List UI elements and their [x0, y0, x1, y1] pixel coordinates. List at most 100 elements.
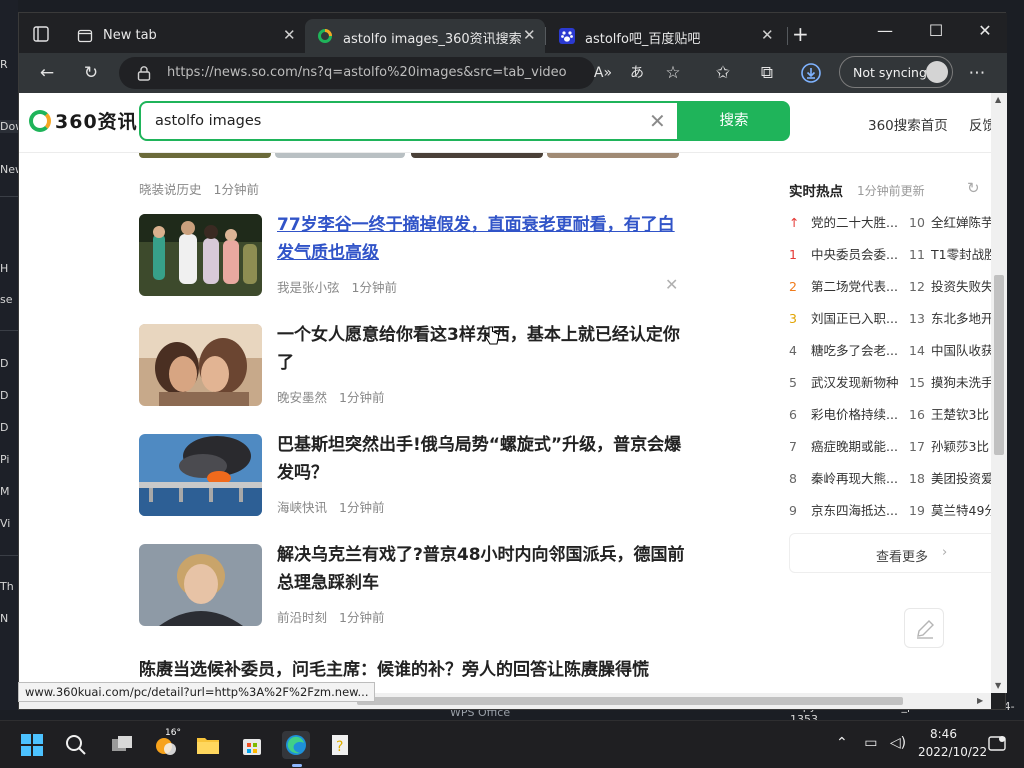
image-strip-thumb[interactable] — [275, 153, 405, 158]
hot-item[interactable]: 5 武汉发现新物种 — [789, 372, 905, 391]
news-title[interactable]: 陈赓当选候补委员，问毛主席：候谁的补？旁人的回答让陈赓臊得慌 — [139, 655, 649, 680]
hot-item[interactable]: 15 摸狗未洗手 — [909, 372, 991, 391]
tab-baidu-tieba[interactable]: astolfo吧_百度贴吧 ✕ — [547, 19, 787, 53]
collections-icon[interactable]: ⧉ — [755, 61, 779, 85]
feedback-link[interactable]: 反馈 — [969, 114, 991, 134]
scroll-up-icon[interactable]: ▲ — [995, 95, 1001, 104]
scroll-down-icon[interactable]: ▼ — [995, 681, 1001, 690]
news-source[interactable]: 晚安墨然 — [277, 390, 327, 405]
tab-strip: New tab ✕ astolfo images_360资讯搜索 ✕ astol… — [19, 13, 1007, 53]
browser-window: New tab ✕ astolfo images_360资讯搜索 ✕ astol… — [18, 12, 1007, 710]
tab-actions-button[interactable] — [27, 22, 55, 46]
hot-item[interactable]: 9 京东四海抵达... — [789, 500, 905, 519]
back-button[interactable]: ← — [35, 61, 59, 85]
notification-icon[interactable] — [988, 735, 1006, 753]
news-title[interactable]: 解决乌克兰有戏了?普京48小时内向邻国派兵，德国前总理急踩刹车 — [277, 541, 687, 597]
task-view-icon — [112, 736, 132, 751]
translate-icon[interactable]: あ — [625, 61, 649, 85]
home-link[interactable]: 360搜索首页 — [868, 114, 948, 134]
hot-rank: 5 — [789, 375, 797, 390]
hot-item[interactable]: 8 秦岭再现大熊... — [789, 468, 905, 487]
hot-item[interactable]: 19 莫兰特49分 — [909, 500, 991, 519]
notepad-button[interactable]: ? — [326, 731, 354, 759]
hot-item[interactable]: 14 中国队收获 — [909, 340, 991, 359]
network-icon[interactable]: ▭ — [864, 735, 877, 751]
360-logo-icon[interactable] — [29, 110, 51, 132]
close-tab-icon[interactable]: ✕ — [523, 26, 536, 44]
vertical-scrollbar[interactable]: ▲ ▼ — [991, 93, 1007, 693]
dismiss-icon[interactable]: ✕ — [665, 275, 678, 294]
edge-button[interactable] — [282, 731, 310, 767]
search-button[interactable] — [62, 731, 90, 759]
hot-item[interactable]: 4 糖吃多了会老... — [789, 340, 905, 359]
hot-item[interactable]: 3 刘国正已入职... — [789, 308, 905, 327]
refresh-button[interactable]: ↻ — [79, 61, 103, 85]
search-button[interactable]: 搜索 — [678, 101, 790, 141]
file-explorer-button[interactable] — [194, 731, 222, 759]
show-hidden-icons[interactable]: ⌃ — [836, 735, 848, 751]
start-button[interactable] — [18, 731, 46, 759]
volume-icon[interactable]: ◁) — [890, 735, 906, 751]
image-strip-thumb[interactable] — [139, 153, 271, 158]
hot-text: 美团投资爱 — [931, 471, 991, 486]
hot-item[interactable]: 1 中央委员会委... — [789, 244, 905, 263]
news-title[interactable]: 一个女人愿意给你看这3样东西，基本上就已经认定你了 — [277, 321, 687, 377]
hot-item[interactable]: 17 孙颖莎3比 — [909, 436, 991, 455]
news-source[interactable]: 海峡快讯 — [277, 500, 327, 515]
weather-temp: 16° — [165, 728, 181, 738]
hot-item[interactable]: 7 癌症晚期或能... — [789, 436, 905, 455]
news-source[interactable]: 我是张小弦 — [277, 280, 340, 295]
hot-item[interactable]: 11 T1零封战胜 — [909, 244, 991, 263]
site-logo[interactable]: 360资讯 — [55, 107, 138, 134]
add-favorite-icon[interactable]: ☆ — [661, 61, 685, 85]
more-menu-icon[interactable]: ⋯ — [965, 61, 989, 85]
hot-item[interactable]: 6 彩电价格持续... — [789, 404, 905, 423]
clear-search-icon[interactable]: ✕ — [649, 109, 666, 133]
news-source[interactable]: 前沿时刻 — [277, 610, 327, 625]
scroll-right-icon[interactable]: ▶ — [977, 696, 983, 705]
search-input[interactable]: astolfo images ✕ — [139, 101, 679, 141]
new-tab-button[interactable]: + — [792, 24, 809, 44]
news-title[interactable]: 77岁李谷一终于摘掉假发，直面衰老更耐看，有了白发气质也高级 — [277, 211, 687, 267]
news-thumbnail[interactable] — [139, 214, 262, 296]
profile-sync-button[interactable]: Not syncing — [839, 56, 953, 88]
edit-feedback-button[interactable] — [904, 608, 944, 648]
news-thumbnail[interactable] — [139, 324, 262, 406]
maximize-button[interactable]: ☐ — [926, 21, 946, 40]
store-button[interactable] — [238, 731, 266, 759]
tab-360-search[interactable]: astolfo images_360资讯搜索 ✕ — [305, 19, 545, 53]
hot-item[interactable]: 12 投资失败失 — [909, 276, 991, 295]
downloads-button[interactable] — [799, 61, 823, 85]
baidu-paw-icon — [559, 28, 575, 44]
view-more-button[interactable]: 查看更多 › — [789, 533, 991, 573]
read-aloud-icon[interactable]: A» — [591, 61, 615, 85]
close-window-button[interactable]: ✕ — [975, 21, 995, 40]
clock-time[interactable]: 8:46 — [930, 727, 957, 741]
hot-item[interactable]: 2 第二场党代表... — [789, 276, 905, 295]
news-title[interactable]: 巴基斯坦突然出手!俄乌局势“螺旋式”升级，普京会爆发吗？ — [277, 431, 687, 487]
news-thumbnail[interactable] — [139, 434, 262, 516]
hot-item[interactable]: ↑ 党的二十大胜... — [789, 212, 905, 231]
clock-date[interactable]: 2022/10/22 — [918, 745, 987, 759]
news-thumbnail[interactable] — [139, 544, 262, 626]
image-strip-thumb[interactable] — [547, 153, 679, 158]
hot-item[interactable]: 13 东北多地开 — [909, 308, 991, 327]
hot-item[interactable]: 16 王楚钦3比 — [909, 404, 991, 423]
news-source[interactable]: 晓装说历史 — [139, 182, 202, 197]
news-meta: 晚安墨然 1分钟前 — [277, 387, 384, 406]
close-tab-icon[interactable]: ✕ — [761, 26, 774, 44]
minimize-button[interactable]: — — [875, 21, 895, 40]
favorites-icon[interactable]: ✩ — [711, 61, 735, 85]
address-bar[interactable]: https://news.so.com/ns?q=astolfo%20image… — [119, 57, 595, 89]
task-view-button[interactable] — [108, 731, 136, 759]
scrollbar-thumb[interactable] — [994, 275, 1004, 455]
tab-label: astolfo images_360资讯搜索 — [343, 32, 522, 47]
scrollbar-thumb[interactable] — [357, 697, 903, 705]
close-tab-icon[interactable]: ✕ — [283, 26, 296, 44]
hot-item[interactable]: 18 美团投资爱 — [909, 468, 991, 487]
tab-new-tab[interactable]: New tab ✕ — [65, 19, 303, 53]
news-meta: 前沿时刻 1分钟前 — [277, 607, 384, 626]
hot-item[interactable]: 10 全红婵陈芋 — [909, 212, 991, 231]
refresh-icon[interactable]: ↻ — [967, 179, 980, 197]
image-strip-thumb[interactable] — [411, 153, 543, 158]
